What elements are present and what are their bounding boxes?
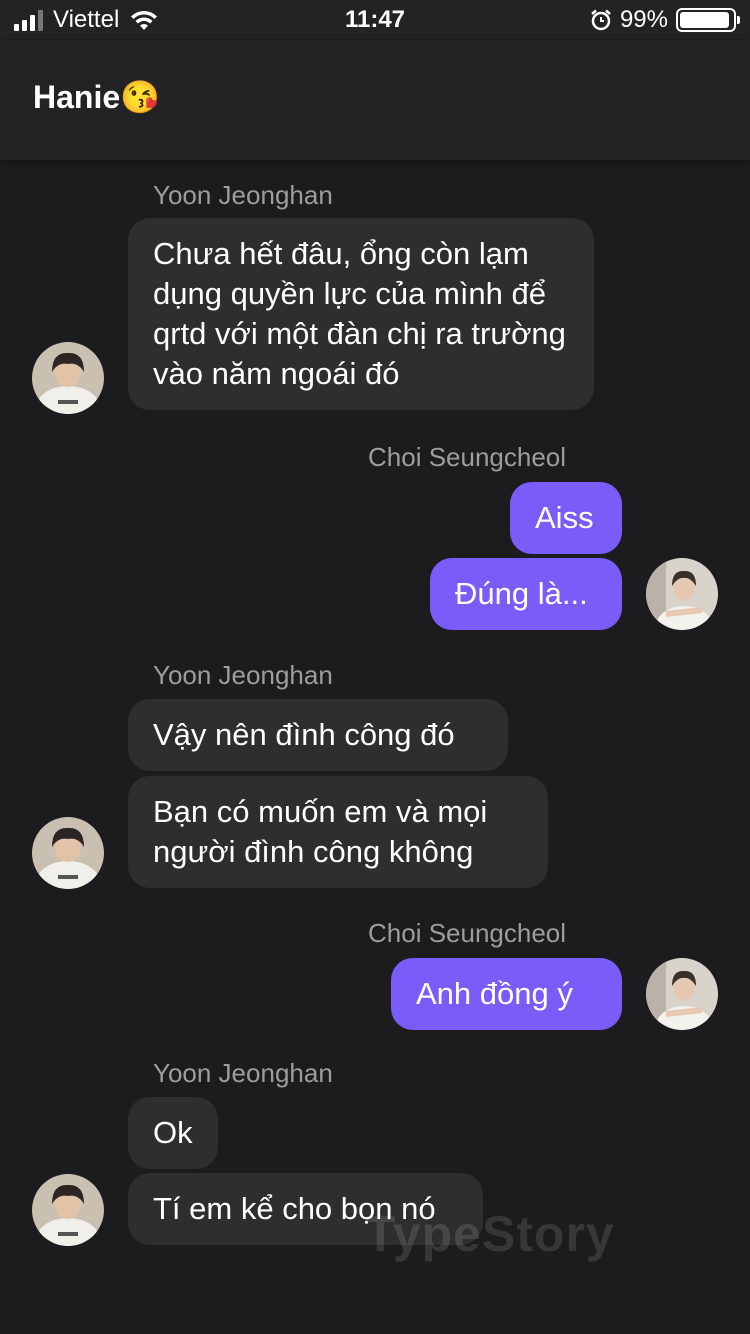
avatar-seungcheol[interactable]	[646, 558, 718, 630]
message-bubble[interactable]: Chưa hết đâu, ổng còn lạm dụng quyền lực…	[128, 218, 594, 410]
message-bubble[interactable]: Anh đồng ý	[391, 958, 622, 1030]
avatar-seungcheol[interactable]	[646, 958, 718, 1030]
message-bubble[interactable]: Đúng là...	[430, 558, 622, 630]
sender-name: Yoon Jeonghan	[153, 660, 333, 690]
watermark: TypeStory	[365, 1206, 615, 1262]
battery-percent: 99%	[619, 6, 668, 33]
chat-header: Hanie😘	[0, 40, 750, 160]
message-bubble[interactable]: Vậy nên đình công đó	[128, 699, 508, 771]
alarm-icon	[591, 9, 611, 31]
status-bar: Viettel 11:47 99%	[0, 0, 750, 40]
sender-name: Yoon Jeonghan	[153, 1058, 333, 1088]
chat-title: Hanie😘	[33, 79, 160, 115]
sender-name: Choi Seungcheol	[368, 442, 567, 472]
message-bubble[interactable]: Ok	[128, 1097, 218, 1169]
avatar-jeonghan[interactable]	[32, 817, 104, 889]
avatar-jeonghan[interactable]	[32, 342, 104, 414]
battery-icon	[676, 8, 740, 32]
avatar-jeonghan[interactable]	[32, 1174, 104, 1246]
message-bubble[interactable]: Bạn có muốn em và mọi người đình công kh…	[128, 776, 548, 888]
sender-name: Yoon Jeonghan	[153, 180, 333, 210]
message-bubble[interactable]: Aiss	[510, 482, 622, 554]
status-right: 99%	[590, 6, 740, 34]
sender-name: Choi Seungcheol	[368, 918, 567, 948]
